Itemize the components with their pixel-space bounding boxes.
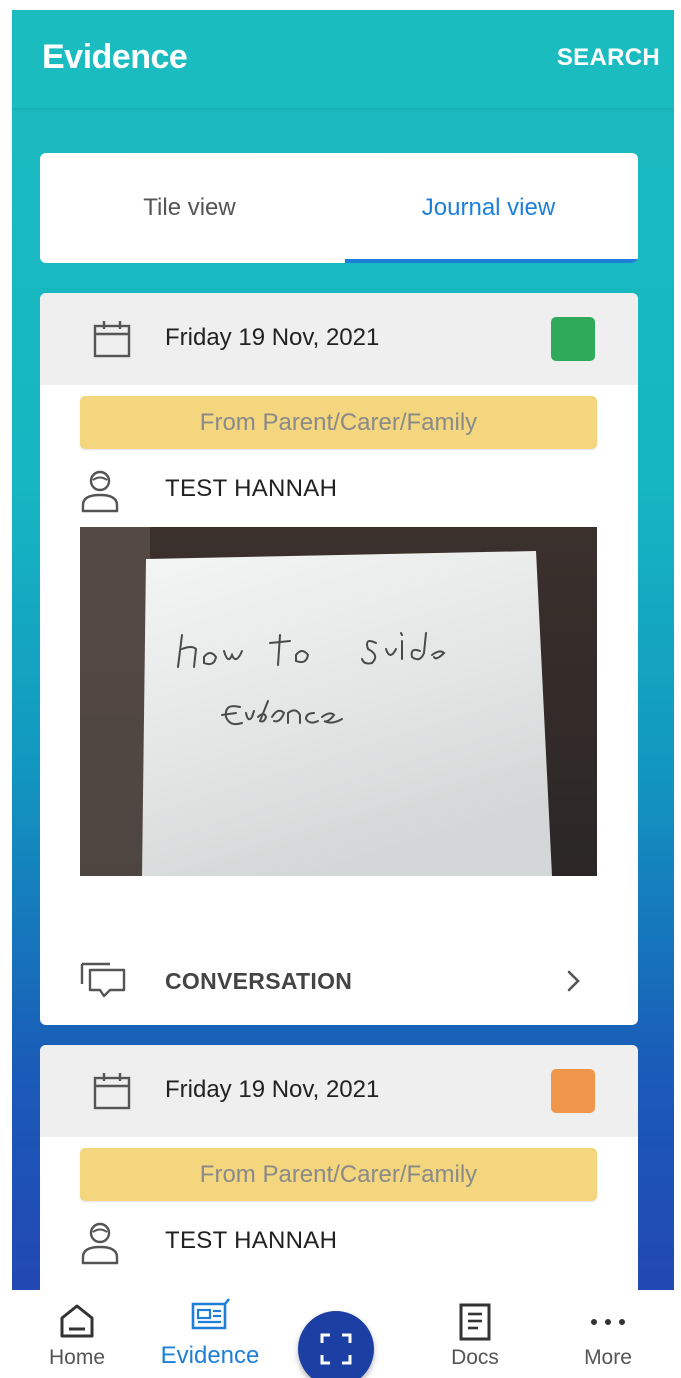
entry-date: Friday 19 Nov, 2021 [165,1076,380,1103]
status-indicator [551,317,595,361]
person-icon [81,470,119,513]
source-badge: From Parent/Carer/Family [80,1148,597,1201]
conversation-icon [80,962,126,998]
page-title: Evidence [42,38,188,76]
scan-button[interactable] [298,1311,374,1378]
nav-home[interactable]: Home [22,1290,132,1378]
view-tabs: Tile view Journal view [40,153,638,263]
status-indicator [551,1069,595,1113]
person-icon [81,1222,119,1265]
home-icon [60,1304,94,1338]
app-screen: Evidence SEARCH Tile view Journal view F… [12,10,674,1378]
app-bar: Evidence SEARCH [12,10,674,108]
card-header: Friday 19 Nov, 2021 [40,1045,638,1137]
more-dots-icon [591,1319,625,1325]
tab-tile-view[interactable]: Tile view [40,153,339,263]
active-tab-indicator [345,259,638,263]
newspaper-icon [191,1298,231,1330]
nav-evidence-label: Evidence [160,1342,260,1369]
chevron-right-icon[interactable] [564,967,584,995]
scan-frame-icon [320,1333,352,1365]
nav-more-label: More [584,1346,632,1369]
document-icon [459,1303,491,1341]
nav-more[interactable]: More [553,1290,663,1378]
entry-date: Friday 19 Nov, 2021 [165,324,380,351]
person-name: TEST HANNAH [165,475,338,502]
source-badge: From Parent/Carer/Family [80,396,597,449]
person-name: TEST HANNAH [165,1227,338,1254]
nav-home-label: Home [48,1346,106,1369]
evidence-photo[interactable] [80,527,597,876]
card-header: Friday 19 Nov, 2021 [40,293,638,385]
calendar-icon [93,1073,131,1110]
tab-journal-view[interactable]: Journal view [339,153,638,263]
evidence-card[interactable]: Friday 19 Nov, 2021 From Parent/Carer/Fa… [40,293,638,1025]
nav-docs-label: Docs [451,1346,499,1369]
calendar-icon [93,321,131,358]
search-button[interactable]: SEARCH [557,44,660,72]
conversation-link[interactable]: CONVERSATION [165,968,352,995]
nav-docs[interactable]: Docs [420,1290,530,1378]
nav-evidence[interactable]: Evidence [155,1290,265,1378]
